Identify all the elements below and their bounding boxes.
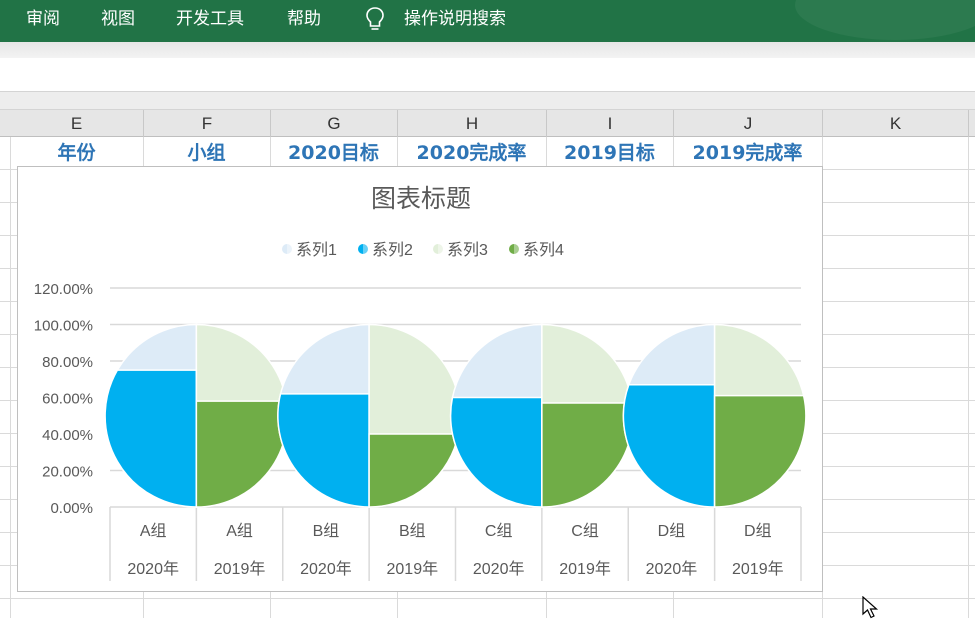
legend-swatch: [363, 244, 368, 254]
column-header-i[interactable]: I: [547, 110, 674, 137]
column-header-j[interactable]: J: [674, 110, 823, 137]
legend-swatch: [509, 244, 514, 254]
mouse-cursor-icon: [862, 596, 879, 619]
y-tick-label: 0.00%: [50, 500, 93, 517]
category-group-label: B组: [399, 522, 426, 540]
category-group-label: D组: [744, 522, 772, 540]
half-pie-chart: 图表标题系列1 系列2 系列3 系列4 0.00% 20.00% 40.00% 60.00% 8…: [34, 185, 807, 581]
legend-label: 系列1: [296, 241, 337, 259]
category-year-label: 2019年: [214, 560, 266, 578]
tab-help[interactable]: 帮助: [287, 0, 321, 38]
y-tick-label: 60.00%: [42, 391, 93, 408]
category-year-label: 2019年: [559, 560, 611, 578]
chart-area[interactable]: 图表标题系列1 系列2 系列3 系列4 0.00% 20.00% 40.00% 60.00% 8…: [17, 166, 823, 592]
legend-label: 系列4: [523, 241, 564, 259]
category-group-label: C组: [485, 522, 513, 540]
tell-me-search[interactable]: 操作说明搜索: [404, 0, 506, 38]
grid-line: [10, 137, 11, 618]
tab-view[interactable]: 视图: [101, 0, 135, 38]
legend-swatch: [358, 244, 363, 254]
y-tick-label: 100.00%: [34, 318, 93, 335]
cell-header-2020-rate[interactable]: 2020完成率: [397, 137, 546, 169]
column-header-g[interactable]: G: [271, 110, 398, 137]
legend-label: 系列2: [372, 241, 413, 259]
half-pie-value: [195, 400, 289, 508]
legend-label: 系列3: [447, 241, 488, 259]
category-group-label: D组: [658, 522, 686, 540]
column-header-f[interactable]: F: [144, 110, 271, 137]
y-tick-label: 40.00%: [42, 427, 93, 444]
half-pie-value: [449, 396, 543, 508]
legend-swatch: [287, 244, 292, 254]
column-header-e[interactable]: E: [10, 110, 144, 137]
tab-developer[interactable]: 开发工具: [176, 0, 244, 38]
category-group-label: B组: [313, 522, 340, 540]
column-headers: E F G H I J K: [0, 110, 975, 137]
y-tick-label: 20.00%: [42, 464, 93, 481]
toolbar-gap: [0, 92, 975, 110]
half-pie-value: [277, 393, 370, 508]
cell-header-2020-target[interactable]: 2020目标: [270, 137, 397, 169]
grid-line: [0, 598, 975, 599]
cell-header-group[interactable]: 小组: [143, 137, 270, 169]
half-pie-value: [622, 383, 716, 508]
column-header-h[interactable]: H: [398, 110, 547, 137]
ribbon-shadow: [0, 42, 975, 58]
legend-swatch: [514, 244, 519, 254]
category-year-label: 2020年: [646, 560, 698, 578]
half-pie-value: [541, 402, 634, 508]
category-year-label: 2019年: [732, 560, 784, 578]
category-year-label: 2019年: [387, 560, 439, 578]
category-group-label: A组: [226, 522, 253, 540]
category-year-label: 2020年: [127, 560, 179, 578]
legend-swatch: [438, 244, 443, 254]
category-group-label: A组: [140, 522, 167, 540]
category-group-label: C组: [571, 522, 599, 540]
half-pie-value: [713, 394, 807, 508]
lightbulb-icon[interactable]: [365, 6, 385, 34]
ribbon-decoration: [795, 0, 975, 40]
half-pie-value: [104, 369, 198, 508]
tab-review[interactable]: 审阅: [26, 0, 60, 38]
legend-swatch: [282, 244, 287, 254]
chart-title: 图表标题: [371, 185, 471, 213]
y-tick-label: 80.00%: [42, 354, 93, 371]
y-tick-label: 120.00%: [34, 281, 93, 298]
category-year-label: 2020年: [473, 560, 525, 578]
cell-header-2019-target[interactable]: 2019目标: [546, 137, 673, 169]
cell-header-year[interactable]: 年份: [10, 137, 143, 169]
grid-line: [968, 137, 969, 618]
cell-header-2019-rate[interactable]: 2019完成率: [673, 137, 822, 169]
formula-bar[interactable]: [0, 58, 975, 92]
category-year-label: 2020年: [300, 560, 352, 578]
ribbon: 审阅 视图 开发工具 帮助 操作说明搜索: [0, 0, 975, 42]
column-header-k[interactable]: K: [823, 110, 969, 137]
legend-swatch: [433, 244, 438, 254]
